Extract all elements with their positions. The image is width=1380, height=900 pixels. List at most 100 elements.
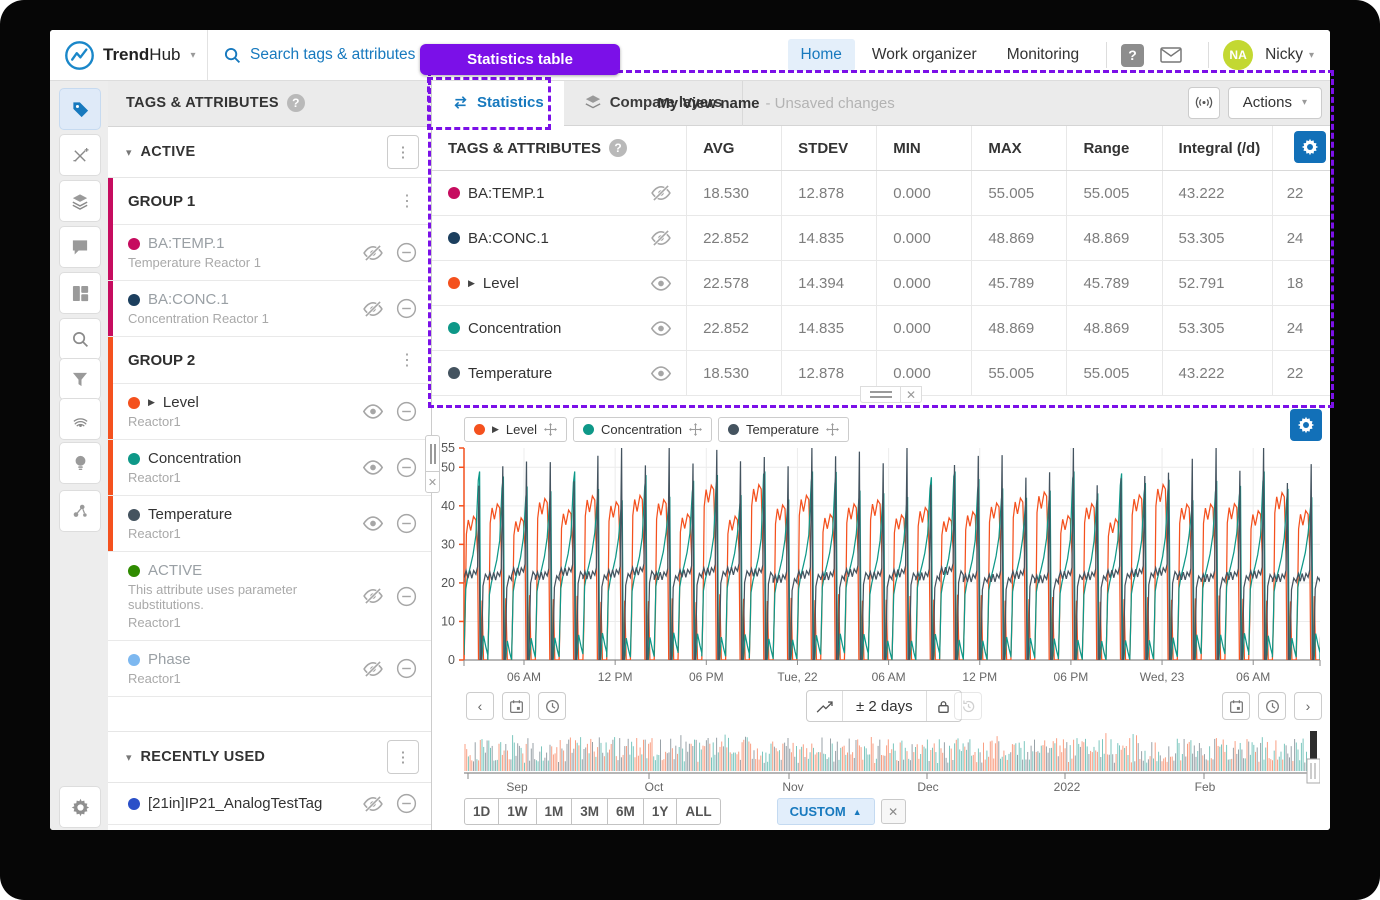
tag-item[interactable]: [21in]IP21_AnalogTestTag (108, 783, 431, 825)
pan-right-button[interactable]: › (1294, 692, 1322, 720)
tab-statistics[interactable]: Statistics (432, 80, 564, 126)
remove-tag-icon[interactable] (396, 658, 417, 679)
range-button-1w[interactable]: 1W (498, 798, 536, 825)
tag-item[interactable]: ACTIVEThis attribute uses parameter subs… (108, 552, 431, 641)
broadcast-button[interactable] (1188, 87, 1220, 119)
nav-home[interactable]: Home (788, 39, 855, 71)
time-span-label[interactable]: ± 2 days (843, 691, 927, 721)
move-handle-icon[interactable] (826, 423, 839, 436)
rail-fingerprint-button[interactable] (59, 398, 101, 440)
rail-search-button[interactable] (59, 318, 101, 360)
tag-item[interactable]: PhaseReactor1 (108, 641, 431, 697)
end-date-calendar-button[interactable] (1222, 692, 1250, 720)
nav-work-organizer[interactable]: Work organizer (859, 39, 990, 71)
chevron-down-icon[interactable]: ▾ (1309, 50, 1314, 61)
expand-caret-icon[interactable]: ▶ (148, 397, 155, 408)
tab-compare-layers[interactable]: Compare layers (564, 80, 744, 126)
range-button-1y[interactable]: 1Y (643, 798, 678, 825)
rail-settings-button[interactable] (59, 786, 101, 828)
visibility-on-icon[interactable] (650, 366, 686, 381)
legend-chip[interactable]: Concentration (573, 417, 712, 442)
trend-chart-canvas[interactable]: 010203040505506 AM12 PM06 PMTue, 2206 AM… (432, 436, 1330, 686)
remove-tag-icon[interactable] (396, 586, 417, 607)
visibility-off-icon[interactable] (362, 661, 384, 677)
user-name[interactable]: Nicky (1265, 46, 1303, 64)
remove-tag-icon[interactable] (396, 242, 417, 263)
app-logo[interactable]: TrendHub ▾ (50, 30, 208, 80)
chevron-down-icon[interactable]: ▾ (126, 751, 132, 764)
kebab-menu-button[interactable]: ⋮ (387, 740, 419, 774)
group-header[interactable]: GROUP 2⋮ (108, 337, 431, 384)
rail-scatter-plot-button[interactable] (59, 134, 101, 176)
visibility-off-icon[interactable] (362, 301, 384, 317)
history-button[interactable] (954, 692, 982, 720)
help-icon[interactable]: ? (287, 94, 305, 112)
kebab-menu-icon[interactable]: ⋮ (399, 191, 415, 211)
range-button-3m[interactable]: 3M (571, 798, 608, 825)
rail-tags-button[interactable] (59, 88, 101, 130)
expand-caret-icon[interactable]: ▶ (468, 278, 475, 289)
rail-dashboard-button[interactable] (59, 272, 101, 314)
kebab-menu-button[interactable]: ⋮ (387, 135, 419, 169)
pan-left-button[interactable]: ‹ (466, 692, 494, 720)
visibility-off-icon[interactable] (362, 245, 384, 261)
rail-filter-button[interactable] (59, 358, 101, 400)
search-input[interactable]: Search tags & attributes (208, 46, 415, 64)
visibility-off-icon[interactable] (650, 185, 686, 201)
range-button-1d[interactable]: 1D (464, 798, 499, 825)
rail-context-button[interactable] (59, 490, 101, 532)
visibility-on-icon[interactable] (362, 516, 384, 531)
nav-monitoring[interactable]: Monitoring (994, 39, 1092, 71)
visibility-on-icon[interactable] (362, 460, 384, 475)
visibility-off-icon[interactable] (650, 230, 686, 246)
custom-range-button[interactable]: CUSTOM ▲ (777, 798, 875, 825)
visibility-on-icon[interactable] (362, 404, 384, 419)
splitter-drag-handle[interactable] (425, 435, 440, 471)
tag-item[interactable]: ▶LevelReactor1 (108, 384, 431, 440)
start-time-clock-button[interactable] (538, 692, 566, 720)
visibility-off-icon[interactable] (362, 588, 384, 604)
splitter-close-icon[interactable]: ✕ (425, 471, 440, 493)
remove-tag-icon[interactable] (396, 457, 417, 478)
remove-tag-icon[interactable] (396, 401, 417, 422)
chevron-down-icon[interactable]: ▾ (126, 146, 132, 159)
compare-trends-icon[interactable] (807, 691, 843, 721)
remove-tag-icon[interactable] (396, 793, 417, 814)
range-button-all[interactable]: ALL (676, 798, 720, 825)
visibility-on-icon[interactable] (650, 321, 686, 336)
move-handle-icon[interactable] (689, 423, 702, 436)
expand-caret-icon[interactable]: ▶ (492, 424, 499, 435)
legend-chip[interactable]: Temperature (718, 417, 849, 442)
chart-settings-button[interactable] (1290, 409, 1322, 441)
tag-item[interactable]: ConcentrationReactor1 (108, 440, 431, 496)
range-button-6m[interactable]: 6M (607, 798, 644, 825)
rail-recommendations-button[interactable] (59, 442, 101, 484)
start-date-calendar-button[interactable] (502, 692, 530, 720)
chevron-down-icon[interactable]: ▾ (190, 50, 195, 61)
remove-tag-icon[interactable] (396, 513, 417, 534)
tag-item[interactable]: BA:TEMP.1Temperature Reactor 1 (108, 225, 431, 281)
table-settings-button[interactable] (1294, 131, 1326, 163)
avatar[interactable]: NA (1223, 40, 1253, 70)
actions-button[interactable]: Actions ▾ (1228, 87, 1322, 119)
help-icon[interactable]: ? (1121, 44, 1144, 67)
splitter-drag-handle[interactable] (860, 386, 900, 403)
tag-item[interactable]: TemperatureReactor1 (108, 496, 431, 552)
kebab-menu-icon[interactable]: ⋮ (399, 350, 415, 370)
visibility-on-icon[interactable] (650, 276, 686, 291)
group-header[interactable]: GROUP 1⋮ (108, 178, 431, 225)
tag-item[interactable]: BA:CONC.1Concentration Reactor 1 (108, 281, 431, 337)
remove-tag-icon[interactable] (396, 298, 417, 319)
end-time-clock-button[interactable] (1258, 692, 1286, 720)
overview-timeline-strip[interactable]: SepOctNovDec2022Feb (464, 731, 1320, 795)
mail-icon[interactable] (1160, 47, 1182, 63)
help-icon[interactable]: ? (609, 139, 627, 157)
move-handle-icon[interactable] (544, 423, 557, 436)
rail-layers-button[interactable] (59, 180, 101, 222)
splitter-close-icon[interactable]: ✕ (900, 386, 922, 403)
rail-comments-button[interactable] (59, 226, 101, 268)
range-button-1m[interactable]: 1M (536, 798, 573, 825)
clear-custom-range-icon[interactable]: ✕ (881, 799, 906, 824)
legend-chip[interactable]: ▶Level (464, 417, 567, 442)
visibility-off-icon[interactable] (362, 796, 384, 812)
